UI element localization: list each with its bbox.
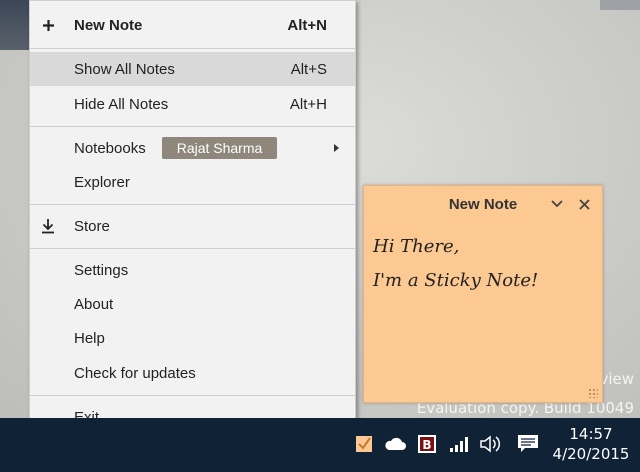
menu-separator — [30, 395, 355, 396]
menu-item-about[interactable]: About — [30, 287, 355, 321]
taskbar-clock[interactable]: 14:57 4/20/2015 — [548, 424, 634, 464]
menu-item-store[interactable]: Store — [30, 209, 355, 243]
menu-item-label: About — [74, 295, 114, 313]
sticky-note-title: New Note — [448, 195, 518, 213]
menu-item-settings[interactable]: Settings — [30, 253, 355, 287]
menu-separator — [30, 248, 355, 249]
menu-item-explorer[interactable]: Explorer — [30, 165, 355, 199]
bandizip-icon[interactable]: B — [415, 432, 439, 456]
chevron-down-icon[interactable] — [548, 195, 566, 213]
sticky-note-window[interactable]: New Note Hi There, I'm a Sticky Note! — [363, 185, 603, 403]
chevron-right-icon — [334, 144, 339, 152]
menu-item-label: Store — [74, 217, 110, 235]
menu-item-show-all-notes[interactable]: Show All Notes Alt+S — [30, 52, 355, 86]
menu-item-label: Hide All Notes — [74, 95, 169, 113]
desktop-window-edge-right — [600, 0, 640, 10]
menu-item-label: New Note — [74, 16, 143, 34]
menu-separator — [30, 204, 355, 205]
menu-item-help[interactable]: Help — [30, 321, 355, 355]
svg-text:B: B — [422, 438, 431, 452]
volume-icon[interactable] — [477, 432, 503, 456]
context-menu: New Note Alt+N Show All Notes Alt+S Hide… — [29, 0, 356, 442]
menu-item-notebooks[interactable]: Notebooks Rajat Sharma — [30, 131, 355, 165]
plus-icon — [39, 16, 57, 34]
clock-date: 4/20/2015 — [552, 445, 630, 463]
clock-time: 14:57 — [569, 425, 613, 443]
menu-item-check-for-updates[interactable]: Check for updates — [30, 356, 355, 390]
sticky-note-body[interactable]: Hi There, I'm a Sticky Note! — [373, 230, 594, 298]
sticky-notes-tray-icon[interactable] — [353, 432, 375, 456]
menu-item-shortcut: Alt+S — [290, 60, 327, 78]
sticky-note-header[interactable]: New Note — [364, 186, 602, 222]
menu-item-label: Help — [74, 329, 105, 347]
download-icon — [39, 217, 57, 235]
action-center-icon[interactable] — [514, 432, 542, 456]
network-signal-icon[interactable] — [447, 432, 471, 456]
close-icon[interactable] — [575, 195, 593, 213]
desktop-window-edge — [0, 0, 30, 50]
taskbar: B 14:57 4/20/2015 — [0, 418, 640, 472]
menu-item-label: Check for updates — [74, 364, 196, 382]
menu-item-label: Explorer — [74, 173, 130, 191]
resize-grip-icon[interactable] — [588, 388, 598, 398]
sticky-note-line2: I'm a Sticky Note! — [373, 270, 539, 291]
menu-separator — [30, 48, 355, 49]
menu-item-new-note[interactable]: New Note Alt+N — [30, 8, 355, 42]
menu-item-shortcut: Alt+N — [287, 16, 327, 34]
onedrive-icon[interactable] — [382, 432, 408, 456]
menu-separator — [30, 126, 355, 127]
menu-item-label: Settings — [74, 261, 129, 279]
menu-item-hide-all-notes[interactable]: Hide All Notes Alt+H — [30, 87, 355, 121]
notebook-badge[interactable]: Rajat Sharma — [162, 137, 277, 159]
sticky-note-line1: Hi There, — [373, 236, 460, 257]
watermark-line1: view — [599, 370, 634, 388]
menu-item-label: Show All Notes — [74, 60, 175, 78]
menu-item-shortcut: Alt+H — [289, 95, 327, 113]
menu-item-label: Notebooks — [74, 139, 146, 157]
